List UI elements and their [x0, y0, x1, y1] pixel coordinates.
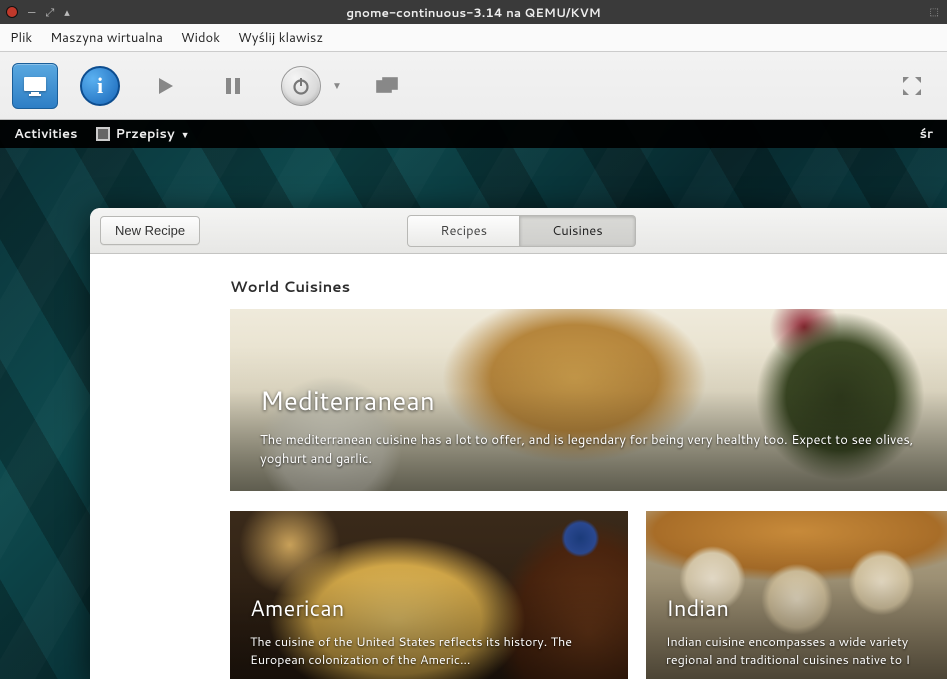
menu-file[interactable]: Plik	[10, 29, 32, 47]
cuisine-hero-mediterranean[interactable]: Mediterranean The mediterranean cuisine …	[230, 309, 947, 491]
console-button[interactable]	[12, 63, 58, 109]
card-title: American	[250, 593, 608, 624]
power-menu-arrow-icon[interactable]: ▼	[332, 79, 342, 93]
hero-title: Mediterranean	[260, 383, 918, 419]
menu-view[interactable]: Widok	[181, 29, 220, 47]
hero-description: The mediterranean cuisine has a lot to o…	[260, 431, 918, 469]
menu-virtual-machine[interactable]: Maszyna wirtualna	[50, 29, 163, 47]
new-recipe-button[interactable]: New Recipe	[100, 216, 200, 245]
vm-window-title: gnome-continuous-3.14 na QEMU/KVM	[0, 4, 947, 21]
section-title: World Cuisines	[230, 276, 947, 297]
app-menu-label: Przepisy	[116, 125, 175, 143]
clock-label[interactable]: śr	[919, 125, 933, 143]
card-description: The cuisine of the United States reflect…	[250, 634, 608, 669]
power-button[interactable]	[278, 63, 324, 109]
card-title: Indian	[666, 593, 928, 624]
pause-button[interactable]	[210, 63, 256, 109]
app-icon	[96, 127, 110, 141]
recipes-content: World Cuisines Mediterranean The mediter…	[90, 254, 947, 679]
tab-recipes[interactable]: Recipes	[407, 215, 520, 247]
vm-toolbar: i ▼	[0, 52, 947, 120]
cuisine-card-indian[interactable]: Indian Indian cuisine encompasses a wide…	[646, 511, 947, 679]
recipes-headerbar: New Recipe Recipes Cuisines	[90, 208, 947, 254]
view-switcher: Recipes Cuisines	[407, 215, 635, 247]
screenshot-button[interactable]	[364, 63, 410, 109]
fullscreen-button[interactable]	[889, 63, 935, 109]
cuisine-card-american[interactable]: American The cuisine of the United State…	[230, 511, 628, 679]
activities-button[interactable]: Activities	[14, 125, 78, 143]
vm-menubar: Plik Maszyna wirtualna Widok Wyślij klaw…	[0, 24, 947, 52]
card-description: Indian cuisine encompasses a wide variet…	[666, 634, 928, 669]
menu-send-key[interactable]: Wyślij klawisz	[238, 29, 323, 47]
run-button[interactable]	[142, 63, 188, 109]
recipes-window: New Recipe Recipes Cuisines World Cuisin…	[90, 208, 947, 679]
details-button[interactable]: i	[80, 66, 120, 106]
app-menu[interactable]: Przepisy ▼	[96, 125, 190, 143]
chevron-down-icon: ▼	[181, 128, 190, 141]
vm-titlebar: — ⤢ ▴ gnome-continuous-3.14 na QEMU/KVM …	[0, 0, 947, 24]
gnome-topbar: Activities Przepisy ▼ śr	[0, 120, 947, 148]
guest-desktop: Activities Przepisy ▼ śr New Recipe Reci…	[0, 120, 947, 679]
tab-cuisines[interactable]: Cuisines	[520, 215, 636, 247]
